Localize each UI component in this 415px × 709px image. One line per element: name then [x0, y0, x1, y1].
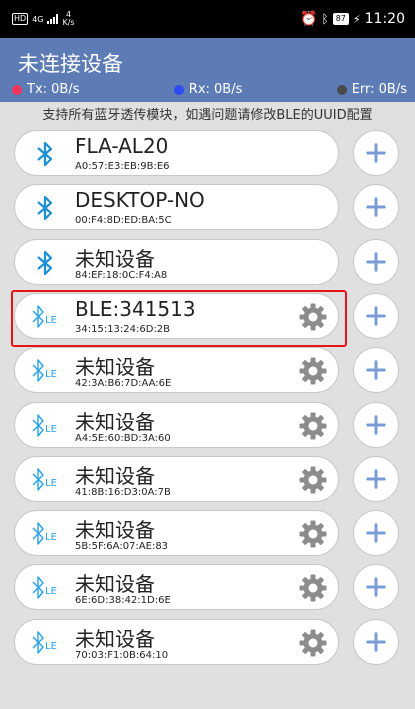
svg-text:LE: LE — [45, 532, 57, 543]
device-name: DESKTOP-NO — [75, 188, 205, 213]
device-row[interactable]: LE 未知设备 5B:5F:6A:07:AE:83 — [14, 510, 339, 557]
bluetooth-le-icon: LE — [29, 574, 61, 602]
device-row[interactable]: LE 未知设备 70:03:F1:0B:64:10 — [14, 618, 339, 665]
selection-highlight — [11, 290, 347, 347]
device-mac: A4:5E:60:BD:3A:60 — [75, 432, 171, 444]
connect-button[interactable] — [353, 130, 399, 176]
clock: 11:20 — [364, 11, 405, 27]
alarm-icon: ⏰ — [300, 11, 318, 27]
gear-icon[interactable] — [298, 519, 328, 549]
device-name: FLA-AL20 — [75, 134, 169, 158]
device-name: 未知设备 — [75, 572, 155, 597]
connect-button[interactable] — [353, 292, 399, 339]
device-row[interactable]: LE 未知设备 A4:5E:60:BD:3A:60 — [14, 401, 339, 448]
bluetooth-le-icon: LE — [29, 357, 61, 385]
plus-icon — [365, 522, 387, 544]
page-title: 未连接设备 — [18, 52, 123, 76]
plus-icon — [365, 576, 387, 598]
connect-button[interactable] — [353, 184, 399, 231]
device-name: 未知设备 — [75, 518, 155, 543]
svg-text:LE: LE — [45, 424, 57, 435]
plus-icon — [365, 414, 387, 436]
bluetooth-icon — [29, 140, 61, 168]
rx-stat: Rx: 0B/s — [173, 82, 243, 97]
err-stat: Err: 0B/s — [336, 82, 407, 97]
plus-icon — [365, 142, 387, 164]
device-row[interactable]: FLA-AL20 A0:57:E3:EB:9B:E6 — [14, 130, 339, 176]
tx-stat: Tx: 0B/s — [12, 82, 80, 97]
rx-dot-icon — [173, 84, 184, 95]
svg-text:LE: LE — [45, 369, 57, 380]
svg-text:LE: LE — [45, 478, 57, 489]
device-name: 未知设备 — [75, 246, 155, 271]
plus-icon — [365, 359, 387, 381]
connect-button[interactable] — [353, 238, 399, 285]
device-row[interactable]: LE 未知设备 42:3A:B6:7D:AA:6E — [14, 347, 339, 394]
plus-icon — [365, 305, 387, 327]
signal-icon — [47, 14, 59, 24]
rx-label: Rx: 0B/s — [188, 82, 243, 97]
connect-button[interactable] — [353, 618, 399, 665]
bluetooth-icon — [29, 249, 61, 277]
device-mac: A0:57:E3:EB:9B:E6 — [75, 161, 170, 172]
device-mac: 84:EF:18:0C:F4:A8 — [75, 269, 168, 281]
device-mac: 00:F4:8D:ED:BA:5C — [75, 215, 172, 227]
bluetooth-le-icon: LE — [29, 629, 61, 657]
plus-icon — [365, 251, 387, 273]
connect-button[interactable] — [353, 401, 399, 448]
throughput-stats: Tx: 0B/s Rx: 0B/s Err: 0B/s — [12, 82, 407, 97]
gear-icon[interactable] — [298, 573, 328, 603]
device-name: 未知设备 — [75, 463, 155, 488]
device-name: 未知设备 — [75, 409, 155, 434]
device-mac: 5B:5F:6A:07:AE:83 — [75, 541, 169, 553]
err-dot-icon — [336, 84, 347, 95]
device-name: 未知设备 — [75, 355, 155, 380]
hd-indicator: HD — [12, 13, 29, 25]
network-speed: 4 K/s — [62, 11, 74, 27]
svg-text:LE: LE — [45, 641, 57, 652]
connect-button[interactable] — [353, 510, 399, 557]
hint-text: 支持所有蓝牙透传模块，如遇问题请修改BLE的UUID配置 — [42, 108, 373, 123]
svg-text:LE: LE — [45, 586, 57, 597]
connect-button[interactable] — [353, 347, 399, 394]
bluetooth-le-icon: LE — [29, 466, 61, 494]
gear-icon[interactable] — [298, 465, 328, 495]
bluetooth-icon — [29, 194, 61, 222]
device-row[interactable]: 未知设备 84:EF:18:0C:F4:A8 — [14, 238, 339, 285]
device-row[interactable]: LE 未知设备 6E:6D:38:42:1D:6E — [14, 564, 339, 611]
connect-button[interactable] — [353, 455, 399, 502]
device-mac: 70:03:F1:0B:64:10 — [75, 649, 169, 661]
device-row[interactable]: LE 未知设备 41:8B:16:D3:0A:7B — [14, 455, 339, 502]
battery-icon: 87 — [332, 13, 349, 25]
device-mac: 41:8B:16:D3:0A:7B — [75, 486, 171, 498]
device-name: 未知设备 — [75, 626, 155, 651]
device-row[interactable]: DESKTOP-NO 00:F4:8D:ED:BA:5C — [14, 184, 339, 231]
charging-icon: ⚡ — [352, 12, 361, 26]
tx-label: Tx: 0B/s — [27, 82, 80, 97]
gear-icon[interactable] — [298, 628, 328, 658]
gear-icon[interactable] — [298, 411, 328, 441]
status-bar: HD 4G 4 K/s ⏰ ᛒ 87 ⚡ 11:20 — [0, 0, 415, 38]
connect-button[interactable] — [353, 564, 399, 611]
tx-dot-icon — [12, 84, 22, 95]
bluetooth-le-icon: LE — [29, 520, 61, 548]
speed-unit: K/s — [62, 18, 75, 27]
err-label: Err: 0B/s — [351, 82, 407, 97]
bluetooth-le-icon: LE — [29, 412, 61, 440]
app-header: 未连接设备 Tx: 0B/s Rx: 0B/s Err: 0B/s — [0, 38, 415, 102]
network-type: 4G — [32, 14, 44, 24]
device-mac: 6E:6D:38:42:1D:6E — [75, 595, 171, 607]
plus-icon — [365, 196, 387, 218]
plus-icon — [365, 631, 387, 653]
gear-icon[interactable] — [298, 356, 328, 386]
bluetooth-icon: ᛒ — [321, 12, 329, 26]
plus-icon — [365, 468, 387, 490]
device-mac: 42:3A:B6:7D:AA:6E — [75, 378, 172, 390]
